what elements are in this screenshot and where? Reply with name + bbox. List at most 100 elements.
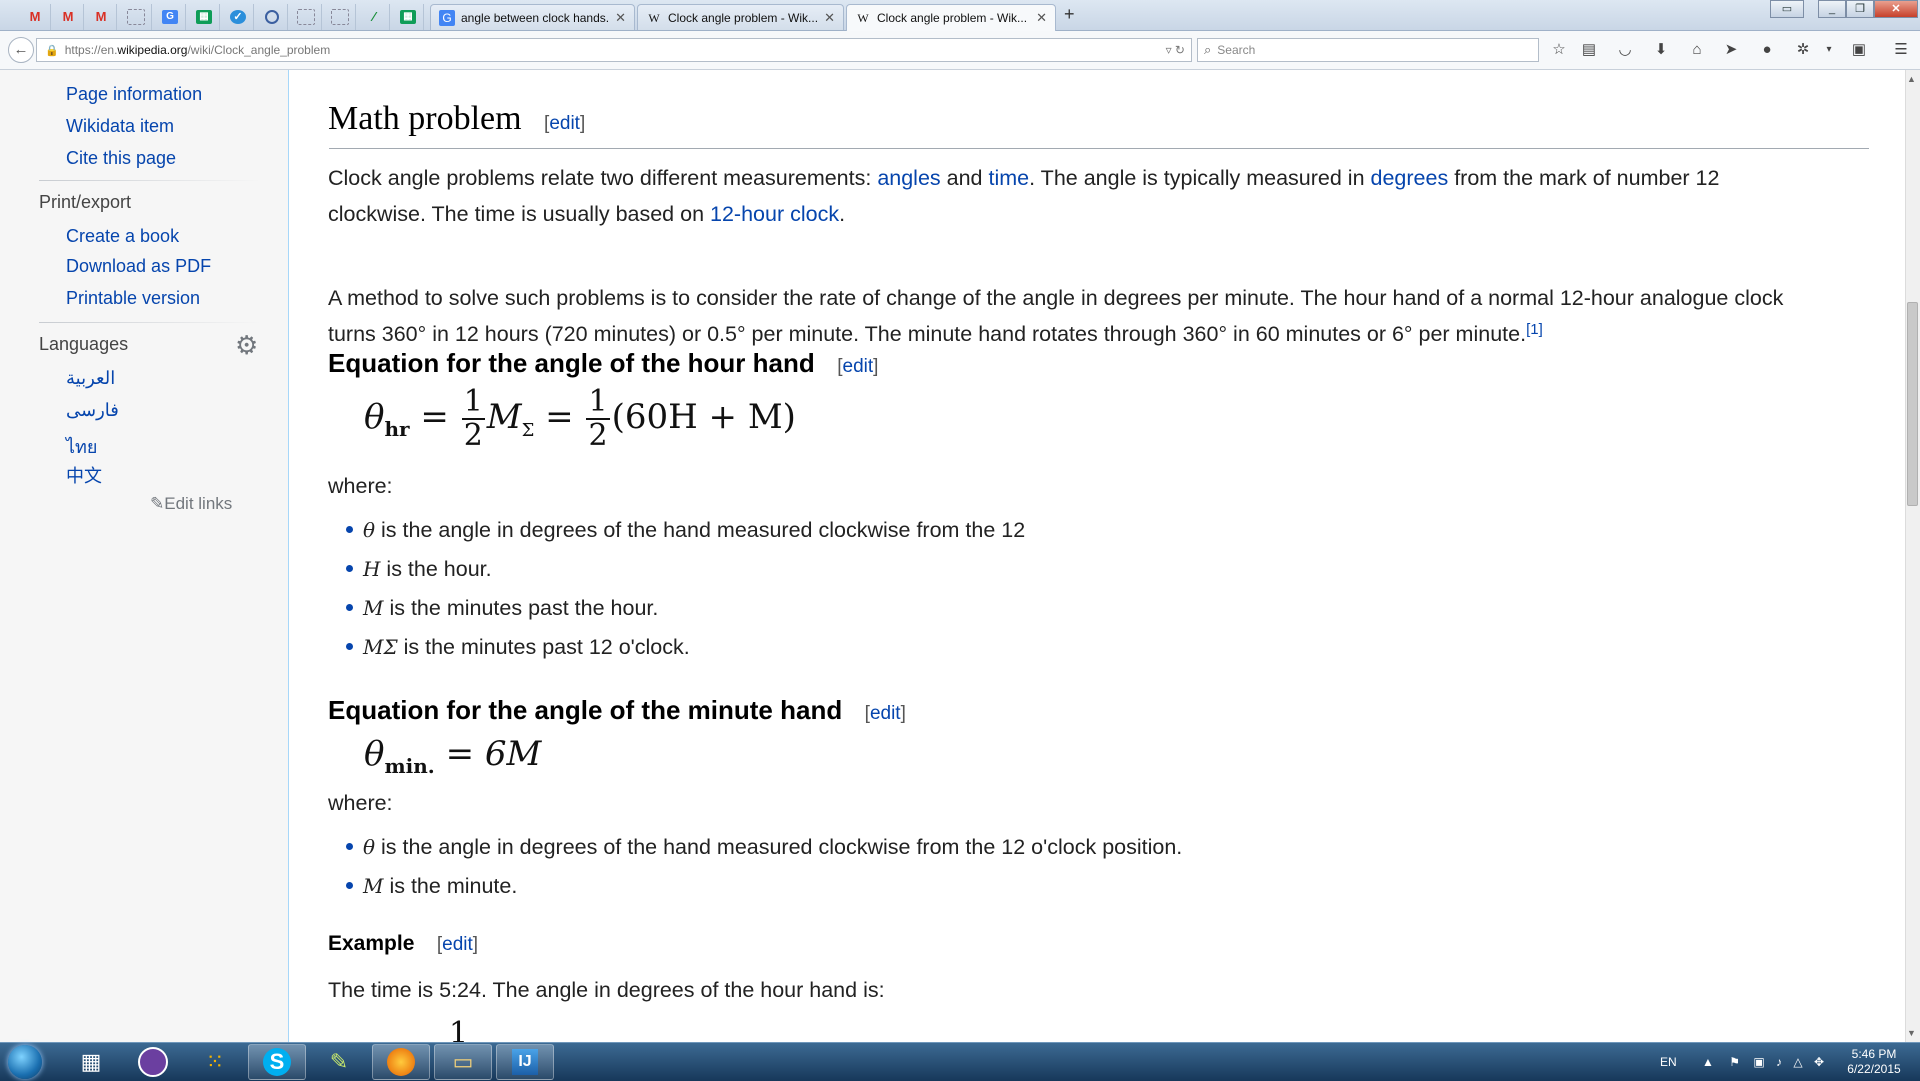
- sidebar-link-cite-this-page[interactable]: Cite this page: [66, 148, 176, 169]
- taskbar-firefox[interactable]: [372, 1044, 430, 1080]
- pinned-tab-circle[interactable]: [257, 4, 288, 30]
- link-12-hour-clock[interactable]: 12-hour clock: [710, 202, 839, 226]
- home-icon[interactable]: ⌂: [1686, 39, 1708, 61]
- dropbox-icon[interactable]: ✥: [1814, 1055, 1824, 1069]
- close-tab-icon[interactable]: ✕: [1036, 10, 1047, 26]
- circle-app-icon: [265, 10, 279, 24]
- volume-icon[interactable]: ♪: [1776, 1055, 1782, 1069]
- network-icon[interactable]: ▣: [1753, 1055, 1764, 1069]
- pinned-tab-tasks[interactable]: ✓: [223, 4, 254, 30]
- taskbar-intellij[interactable]: IJ: [496, 1044, 554, 1080]
- close-tab-icon[interactable]: ✕: [824, 10, 835, 26]
- tab-google-search[interactable]: G angle between clock hands... ✕: [430, 4, 635, 30]
- taskbar-cat-app[interactable]: [124, 1044, 182, 1080]
- vertical-scrollbar[interactable]: [1905, 70, 1920, 1042]
- extension-icon[interactable]: ✲: [1792, 39, 1814, 61]
- show-hidden-icons-icon[interactable]: ▲: [1702, 1055, 1714, 1069]
- taskbar-notes[interactable]: ✎: [310, 1044, 368, 1080]
- sidebar-link-create-book[interactable]: Create a book: [66, 226, 179, 247]
- flag-icon[interactable]: ⚑: [1729, 1055, 1740, 1069]
- language-link-chinese[interactable]: 中文: [66, 462, 102, 488]
- minimize-button[interactable]: _: [1818, 0, 1846, 18]
- taskbar-file-explorer[interactable]: ▭: [434, 1044, 492, 1080]
- link-time[interactable]: time: [989, 166, 1030, 190]
- pinned-tab-gmail-1[interactable]: M: [20, 4, 51, 30]
- tab-label: Clock angle problem - Wik...: [877, 11, 1028, 25]
- gear-icon[interactable]: ⚙: [235, 332, 258, 358]
- edit-links-button[interactable]: ✎Edit links: [150, 494, 232, 514]
- close-tab-icon[interactable]: ✕: [615, 10, 626, 26]
- language-link-arabic[interactable]: العربية: [66, 368, 115, 389]
- lock-icon: 🔒: [45, 44, 59, 57]
- taskbar-skype[interactable]: S: [248, 1044, 306, 1080]
- back-button[interactable]: ←: [8, 37, 34, 63]
- section-heading-example: Example [edit]: [328, 932, 478, 956]
- tab-wikipedia-active[interactable]: W Clock angle problem - Wik... ✕: [846, 4, 1056, 31]
- language-indicator[interactable]: EN: [1660, 1055, 1677, 1069]
- edit-section-link[interactable]: [edit]: [837, 356, 878, 377]
- chevron-down-icon[interactable]: ▾: [1818, 39, 1840, 61]
- edit-link[interactable]: edit: [870, 703, 901, 724]
- reading-list-icon[interactable]: ▤: [1578, 39, 1600, 61]
- math-denominator: 2: [588, 418, 608, 453]
- url-domain: wikipedia.org: [117, 43, 188, 57]
- pinned-tab-blank-3[interactable]: [325, 4, 356, 30]
- close-window-button[interactable]: ✕: [1874, 0, 1918, 18]
- start-button[interactable]: [8, 1045, 42, 1079]
- pinned-tab-translate[interactable]: G: [155, 4, 186, 30]
- edit-section-link[interactable]: [edit]: [865, 703, 906, 724]
- restore-session-button[interactable]: ▭: [1770, 0, 1804, 18]
- pinned-tab-gmail-3[interactable]: M: [86, 4, 117, 30]
- addon-icon[interactable]: ▣: [1848, 39, 1870, 61]
- send-icon[interactable]: ➤: [1720, 39, 1742, 61]
- pinned-tab-pen[interactable]: ⁄: [359, 4, 390, 30]
- sidebar-heading-print-export[interactable]: Print/export: [39, 192, 131, 213]
- downloads-icon[interactable]: ⬇: [1650, 39, 1672, 61]
- pinned-tab-gmail-2[interactable]: M: [53, 4, 84, 30]
- edit-section-link[interactable]: [edit]: [437, 934, 478, 955]
- clock-time: 5:46 PM: [1851, 1047, 1897, 1061]
- maximize-button[interactable]: ❐: [1846, 0, 1874, 18]
- sidebar-link-download-pdf[interactable]: Download as PDF: [66, 256, 211, 277]
- pinned-tab-blank-1[interactable]: [121, 4, 152, 30]
- pinned-tab-sheets-1[interactable]: ▦: [189, 4, 220, 30]
- address-bar[interactable]: 🔒 https://en. wikipedia.org/wiki/Clock_an…: [36, 38, 1192, 62]
- link-angles[interactable]: angles: [877, 166, 940, 190]
- edit-link[interactable]: edit: [442, 934, 473, 955]
- taskbar-clock[interactable]: 5:46 PM 6/22/2015: [1840, 1047, 1908, 1077]
- sidebar-link-wikidata-item[interactable]: Wikidata item: [66, 116, 174, 137]
- menu-icon[interactable]: ☰: [1890, 39, 1912, 61]
- reference-link-1[interactable]: [1]: [1526, 321, 1543, 338]
- scroll-up-arrow-icon[interactable]: ▲: [1907, 74, 1916, 84]
- language-link-persian[interactable]: فارسی: [66, 400, 119, 421]
- url-path: /wiki/Clock_angle_problem: [187, 43, 331, 57]
- new-tab-button[interactable]: +: [1064, 4, 1075, 25]
- edit-link[interactable]: edit: [549, 113, 580, 134]
- pinned-tab-blank-2[interactable]: [291, 4, 322, 30]
- reload-icon[interactable]: ▿ ↻: [1166, 43, 1185, 57]
- list-text: is the angle in degrees of the hand meas…: [375, 835, 1183, 859]
- sidebar-link-page-information[interactable]: Page information: [66, 84, 202, 105]
- bullet-icon: [346, 881, 353, 889]
- taskbar-calculator[interactable]: ▦: [62, 1044, 120, 1080]
- chat-icon[interactable]: ●: [1756, 39, 1778, 61]
- search-icon: ⌕: [1204, 42, 1212, 57]
- gmail-icon: M: [62, 9, 74, 24]
- pinned-tab-sheets-2[interactable]: ▦: [393, 4, 424, 30]
- bookmark-star-icon[interactable]: ☆: [1548, 39, 1570, 61]
- edit-section-link[interactable]: [edit]: [544, 113, 585, 134]
- checkmark-icon: ✓: [230, 10, 246, 24]
- pocket-icon[interactable]: ◡: [1614, 39, 1636, 61]
- google-drive-icon[interactable]: △: [1793, 1055, 1802, 1069]
- search-input[interactable]: ⌕ Search: [1197, 38, 1539, 62]
- windows-taskbar: ▦ ⁙ S ✎ ▭ IJ EN ▲ ⚑ ▣ ♪ △ ✥ 5:46 PM 6/22…: [0, 1042, 1920, 1081]
- scrollbar-thumb[interactable]: [1907, 302, 1918, 506]
- sidebar-link-printable-version[interactable]: Printable version: [66, 288, 200, 309]
- edit-link[interactable]: edit: [843, 356, 874, 377]
- list-text: is the angle in degrees of the hand meas…: [375, 518, 1026, 542]
- tab-wikipedia-1[interactable]: W Clock angle problem - Wik... ✕: [637, 4, 844, 30]
- link-degrees[interactable]: degrees: [1371, 166, 1449, 190]
- scroll-down-arrow-icon[interactable]: ▼: [1907, 1028, 1916, 1038]
- taskbar-apps-grid[interactable]: ⁙: [186, 1044, 244, 1080]
- language-link-thai[interactable]: ไทย: [66, 432, 97, 461]
